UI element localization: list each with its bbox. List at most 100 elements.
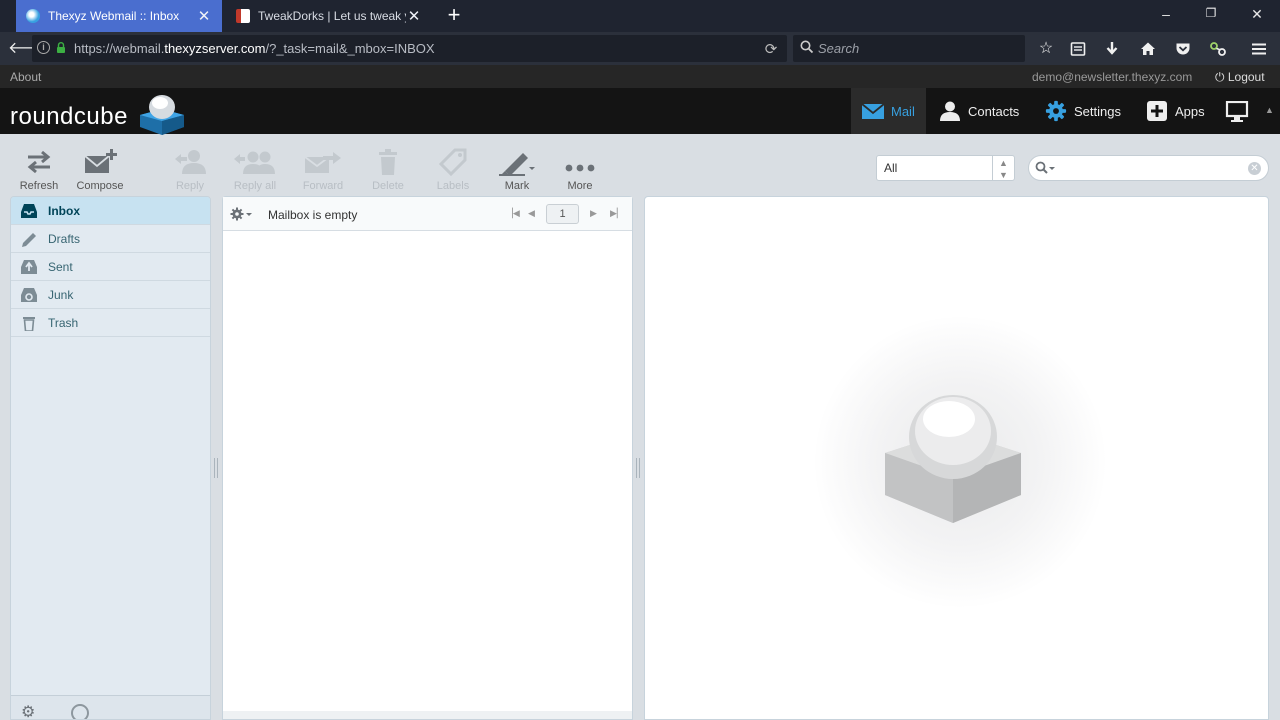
logout-label: Logout [1227, 70, 1265, 84]
tag-icon [438, 148, 467, 176]
tab-title: TweakDorks | Let us tweak y [258, 9, 406, 23]
compose-button[interactable]: Compose [70, 148, 130, 192]
first-page-icon[interactable]: ▕◀ [506, 208, 520, 219]
mark-label: Mark [504, 180, 530, 192]
reply-icon [175, 150, 206, 174]
extension-icon[interactable] [1207, 38, 1229, 60]
roundcube-logo[interactable]: roundcube [10, 92, 190, 135]
reply-all-button[interactable]: Reply all [225, 148, 285, 192]
search-icon [800, 40, 814, 54]
search-placeholder: Search [818, 41, 860, 56]
browser-tab-bar: Thexyz Webmail :: Inbox ✕ TweakDorks | L… [0, 0, 1280, 32]
mark-button[interactable]: Mark [487, 148, 547, 192]
reading-list-icon[interactable] [1067, 38, 1089, 60]
task-contacts-button[interactable]: Contacts [938, 88, 1019, 134]
folder-splitter[interactable] [214, 458, 218, 478]
folder-label: Drafts [48, 231, 81, 246]
folder-actions-gear-icon[interactable]: ⚙ [21, 702, 35, 719]
tab-tweakdorks[interactable]: TweakDorks | Let us tweak y ✕ [226, 0, 432, 32]
more-dots-icon [565, 164, 595, 172]
folder-list-footer: ⚙ [11, 695, 210, 719]
browser-search-field[interactable]: Search [793, 35, 1025, 62]
back-arrow-icon[interactable]: 🡐 [8, 39, 51, 59]
folder-label: Junk [48, 287, 74, 302]
monitor-icon[interactable] [1225, 101, 1249, 123]
message-list-footer [223, 711, 632, 719]
gear-icon [1045, 100, 1067, 122]
tab-title: Thexyz Webmail :: Inbox [48, 9, 180, 23]
caret-up-icon[interactable]: ▲ [1265, 105, 1274, 115]
message-filter-select[interactable]: All ▲ ▼ [876, 155, 1015, 181]
message-preview-pane [644, 196, 1269, 720]
new-tab-button[interactable]: + [443, 4, 465, 28]
bookmark-star-icon[interactable]: ☆ [1035, 38, 1057, 60]
pocket-icon[interactable] [1172, 38, 1194, 60]
refresh-button[interactable]: Refresh [9, 148, 69, 192]
junk-icon [21, 287, 37, 302]
previous-page-icon[interactable]: ◀ [528, 208, 535, 219]
trash-icon [379, 149, 397, 175]
roundcube-favicon-icon [26, 9, 40, 23]
trash-icon [23, 316, 35, 331]
pencil-icon [22, 232, 36, 247]
compose-icon [84, 149, 117, 173]
folder-junk[interactable]: Junk [11, 281, 210, 309]
quick-search-input[interactable]: ✕ [1028, 155, 1269, 181]
minimize-icon[interactable]: – [1156, 6, 1176, 22]
close-tab-icon[interactable]: ✕ [406, 7, 422, 25]
reply-button[interactable]: Reply [160, 148, 220, 192]
address-bar[interactable]: i https://webmail.thexyzserver.com/?_tas… [32, 35, 787, 62]
list-options-gear-icon[interactable] [230, 207, 256, 221]
lock-icon [57, 42, 65, 53]
home-icon[interactable] [1137, 38, 1159, 60]
sent-icon [21, 259, 37, 274]
menu-icon[interactable] [1248, 38, 1270, 60]
topline: About demo@newsletter.thexyz.com ⏻ Logou… [0, 65, 1280, 88]
message-count-status: Mailbox is empty [268, 208, 358, 222]
clear-search-icon[interactable]: ✕ [1248, 162, 1261, 175]
close-tab-icon[interactable]: ✕ [196, 7, 212, 25]
info-icon[interactable]: i [37, 41, 50, 54]
task-settings-button[interactable]: Settings [1044, 88, 1121, 134]
delete-button[interactable]: Delete [358, 148, 418, 192]
about-link[interactable]: About [10, 70, 41, 84]
reload-icon[interactable]: ⟳ [763, 40, 779, 58]
last-page-icon[interactable]: ▶▏ [610, 208, 624, 219]
tweakdorks-favicon-icon [236, 9, 250, 23]
labels-label: Labels [436, 180, 470, 192]
folder-label: Sent [48, 259, 73, 274]
preview-splitter[interactable] [636, 458, 640, 478]
task-label: Mail [891, 103, 915, 119]
power-icon: ⏻ [1215, 70, 1225, 84]
close-window-icon[interactable]: ✕ [1247, 6, 1267, 23]
folder-drafts[interactable]: Drafts [11, 225, 210, 253]
browser-nav-bar: 🡐 i https://webmail.thexyzserver.com/?_t… [0, 32, 1280, 65]
labels-button[interactable]: Labels [423, 148, 483, 192]
task-mail-button[interactable]: Mail [851, 88, 926, 134]
logout-button[interactable]: ⏻ Logout [1215, 70, 1265, 85]
more-button[interactable]: More [550, 148, 610, 192]
restore-icon[interactable]: ❐ [1201, 6, 1221, 20]
forward-button[interactable]: Forward [293, 148, 353, 192]
tab-webmail[interactable]: Thexyz Webmail :: Inbox ✕ [16, 0, 222, 32]
task-label: Settings [1074, 103, 1121, 119]
username: demo@newsletter.thexyz.com [1032, 70, 1193, 84]
reply-all-label: Reply all [233, 180, 277, 192]
page-number[interactable]: 1 [546, 204, 579, 224]
task-apps-button[interactable]: Apps [1145, 88, 1205, 134]
compose-label: Compose [76, 180, 124, 192]
envelope-icon [861, 103, 885, 119]
refresh-arrows-icon [27, 150, 51, 174]
folder-sent[interactable]: Sent [11, 253, 210, 281]
folder-trash[interactable]: Trash [11, 309, 210, 337]
filter-value: All [884, 161, 898, 175]
next-page-icon[interactable]: ▶ [590, 208, 597, 219]
delete-label: Delete [372, 180, 404, 192]
reply-all-icon [234, 151, 275, 174]
message-list-header: Mailbox is empty ▕◀ ◀ 1 ▶ ▶▏ [223, 197, 632, 231]
download-icon[interactable] [1101, 38, 1123, 60]
folder-inbox[interactable]: Inbox [11, 197, 210, 225]
refresh-label: Refresh [19, 180, 59, 192]
logo-wordmark: roundcube [10, 103, 128, 130]
search-options-icon[interactable] [1035, 161, 1057, 175]
